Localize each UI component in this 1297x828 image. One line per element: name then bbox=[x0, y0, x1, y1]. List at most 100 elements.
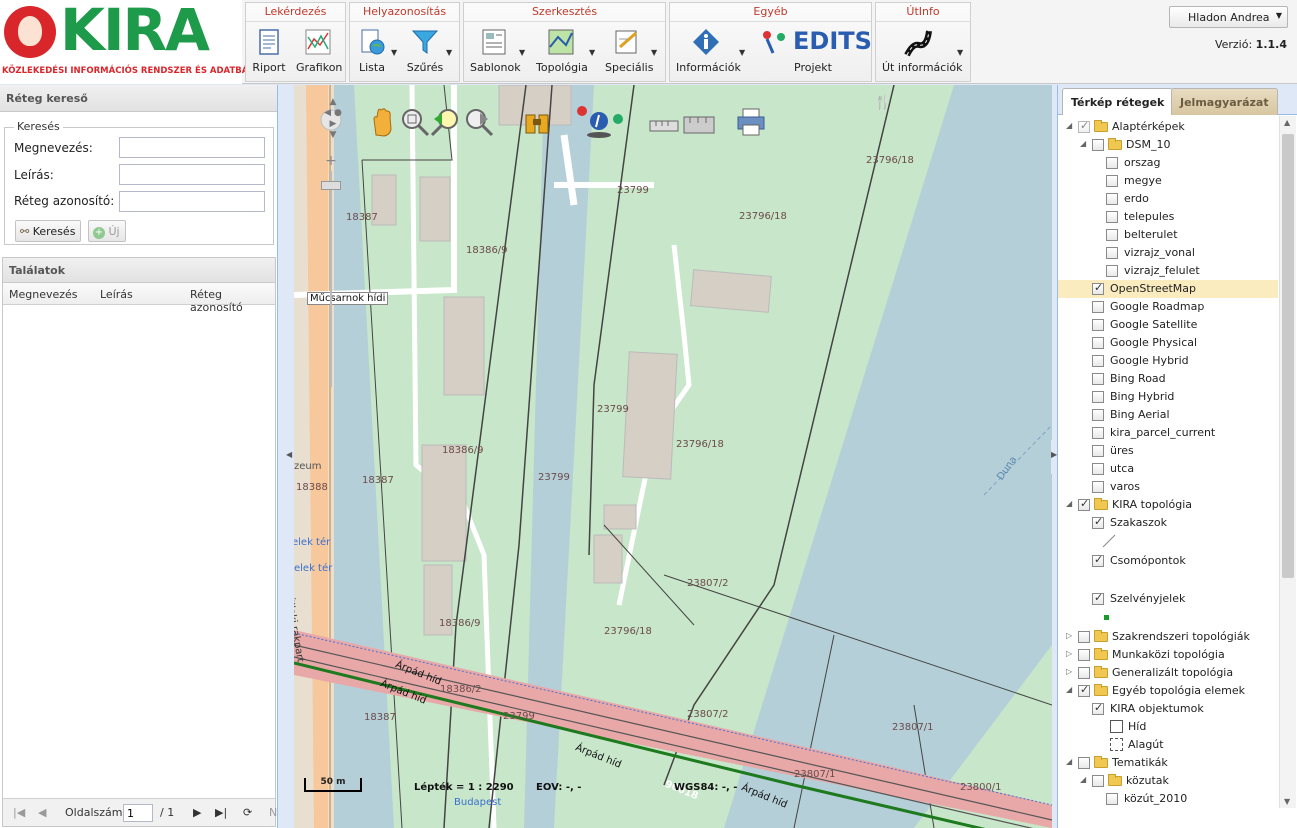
scroll-down-icon[interactable]: ▼ bbox=[1284, 797, 1290, 806]
tab-map-layers[interactable]: Térkép rétegek bbox=[1062, 88, 1174, 115]
sablonok-dropdown-icon[interactable]: ▼ bbox=[519, 48, 525, 57]
tree-node[interactable]: közút_2010 bbox=[1058, 790, 1278, 808]
tree-node[interactable]: telepules bbox=[1058, 208, 1278, 226]
expand-open-icon[interactable]: ◢ bbox=[1080, 139, 1088, 148]
informaciok-button[interactable]: Információk bbox=[676, 27, 741, 74]
tree-node[interactable]: belterulet bbox=[1058, 226, 1278, 244]
sablonok-button[interactable]: Sablonok bbox=[470, 27, 521, 74]
layer-checkbox[interactable] bbox=[1092, 281, 1104, 295]
layer-checkbox[interactable] bbox=[1092, 591, 1104, 605]
collapse-left-icon[interactable]: ◀ bbox=[286, 440, 294, 474]
layer-checkbox[interactable] bbox=[1092, 463, 1104, 475]
search-button[interactable]: ⚯ Keresés bbox=[15, 220, 82, 242]
informaciok-dropdown-icon[interactable]: ▼ bbox=[739, 48, 745, 57]
tree-node[interactable]: ◢ Alaptérképek bbox=[1058, 118, 1278, 136]
layer-checkbox[interactable] bbox=[1092, 445, 1104, 457]
layer-id-input[interactable] bbox=[119, 191, 265, 212]
tree-node[interactable]: Híd bbox=[1058, 718, 1278, 736]
szures-dropdown-icon[interactable]: ▼ bbox=[446, 48, 452, 57]
tree-node[interactable]: varos bbox=[1058, 478, 1278, 496]
riport-button[interactable]: Riport bbox=[252, 27, 286, 74]
binoculars-search-icon[interactable] bbox=[520, 105, 554, 139]
page-number-input[interactable] bbox=[123, 804, 153, 822]
expand-closed-icon[interactable]: ▷ bbox=[1066, 631, 1074, 640]
ut-informaciok-button[interactable]: Út információk bbox=[882, 27, 962, 74]
map-view[interactable]: Műcsarnok hídi 18387 18386/9 23799 23796… bbox=[294, 85, 1052, 828]
layer-checkbox[interactable] bbox=[1092, 775, 1104, 787]
layer-checkbox[interactable] bbox=[1106, 211, 1118, 223]
col-description[interactable]: Leírás bbox=[100, 288, 133, 301]
tree-node[interactable]: erdo bbox=[1058, 190, 1278, 208]
next-page-icon[interactable]: ▶ bbox=[193, 806, 201, 819]
user-select[interactable]: Hladon Andrea ▼ bbox=[1169, 6, 1288, 28]
layer-checkbox[interactable] bbox=[1106, 175, 1118, 187]
scroll-up-icon[interactable]: ▲ bbox=[1284, 118, 1290, 127]
projekt-button[interactable]: EDITS Projekt bbox=[758, 27, 872, 74]
layer-checkbox[interactable] bbox=[1078, 119, 1090, 133]
layer-checkbox[interactable] bbox=[1092, 701, 1104, 715]
layer-checkbox[interactable] bbox=[1078, 649, 1090, 661]
zoom-extent-icon[interactable] bbox=[430, 105, 464, 139]
print-icon[interactable] bbox=[734, 105, 768, 139]
tree-node[interactable]: Google Hybrid bbox=[1058, 352, 1278, 370]
tree-node[interactable]: Szelvényjelek bbox=[1058, 590, 1278, 608]
tree-node[interactable]: megye bbox=[1058, 172, 1278, 190]
tab-legend[interactable]: Jelmagyarázat bbox=[1171, 88, 1278, 115]
tree-node[interactable]: utca bbox=[1058, 460, 1278, 478]
layer-checkbox[interactable] bbox=[1092, 553, 1104, 567]
tree-node[interactable]: Google Roadmap bbox=[1058, 298, 1278, 316]
tree-node[interactable]: Bing Road bbox=[1058, 370, 1278, 388]
prev-page-icon[interactable]: ◀ bbox=[38, 806, 46, 819]
tree-node[interactable]: Alagút bbox=[1058, 736, 1278, 754]
pan-hand-icon[interactable] bbox=[366, 105, 400, 139]
tree-node[interactable]: Google Satellite bbox=[1058, 316, 1278, 334]
zoom-next-icon[interactable] bbox=[462, 105, 496, 139]
tree-node[interactable]: ◢ Tematikák bbox=[1058, 754, 1278, 772]
tree-node[interactable]: Bing Aerial bbox=[1058, 406, 1278, 424]
route-points-icon[interactable] bbox=[574, 105, 624, 139]
first-page-icon[interactable]: |◀ bbox=[13, 806, 25, 819]
zoom-handle[interactable] bbox=[321, 181, 341, 190]
zoom-in-icon[interactable]: + bbox=[324, 153, 338, 169]
lista-dropdown-icon[interactable]: ▼ bbox=[391, 48, 397, 57]
specialis-button[interactable]: Speciális bbox=[605, 27, 653, 74]
layer-checkbox[interactable] bbox=[1078, 631, 1090, 643]
tree-node[interactable]: ◢ KIRA topológia bbox=[1058, 496, 1278, 514]
last-page-icon[interactable]: ▶| bbox=[215, 806, 227, 819]
col-name[interactable]: Megnevezés bbox=[9, 288, 78, 301]
expand-open-icon[interactable]: ◢ bbox=[1066, 121, 1074, 130]
layer-checkbox[interactable] bbox=[1106, 247, 1118, 259]
layer-checkbox[interactable] bbox=[1078, 683, 1090, 697]
layer-checkbox[interactable] bbox=[1078, 757, 1090, 769]
expand-open-icon[interactable]: ◢ bbox=[1066, 499, 1074, 508]
layer-checkbox[interactable] bbox=[1106, 157, 1118, 169]
expand-open-icon[interactable]: ◢ bbox=[1080, 775, 1088, 784]
tree-node[interactable]: vizrajz_felulet bbox=[1058, 262, 1278, 280]
tree-node[interactable]: Google Physical bbox=[1058, 334, 1278, 352]
layer-checkbox[interactable] bbox=[1106, 793, 1118, 805]
specialis-dropdown-icon[interactable]: ▼ bbox=[651, 48, 657, 57]
tree-node[interactable]: ▷ Szakrendszeri topológiák bbox=[1058, 628, 1278, 646]
description-input[interactable] bbox=[119, 164, 265, 185]
tree-node[interactable]: ◢ DSM_10 bbox=[1058, 136, 1278, 154]
layer-checkbox[interactable] bbox=[1106, 265, 1118, 277]
tree-scrollbar[interactable]: ▲ ▼ bbox=[1279, 116, 1296, 808]
layer-checkbox[interactable] bbox=[1092, 301, 1104, 313]
layer-checkbox[interactable] bbox=[1092, 355, 1104, 367]
topologia-button[interactable]: Topológia bbox=[536, 27, 588, 74]
layer-checkbox[interactable] bbox=[1078, 667, 1090, 679]
expand-open-icon[interactable]: ◢ bbox=[1066, 685, 1074, 694]
tree-node[interactable]: kira_parcel_current bbox=[1058, 424, 1278, 442]
tree-node[interactable]: ▷ Generalizált topológia bbox=[1058, 664, 1278, 682]
tree-node[interactable]: ▷ Munkaközi topológia bbox=[1058, 646, 1278, 664]
new-button[interactable]: + Új bbox=[88, 220, 126, 242]
tree-node[interactable]: KIRA objektumok bbox=[1058, 700, 1278, 718]
expand-closed-icon[interactable]: ▷ bbox=[1066, 649, 1074, 658]
name-input[interactable] bbox=[119, 137, 265, 158]
lista-button[interactable]: Lista bbox=[356, 27, 388, 74]
layer-checkbox[interactable] bbox=[1106, 193, 1118, 205]
szures-button[interactable]: Szűrés bbox=[406, 27, 444, 74]
scroll-thumb[interactable] bbox=[1282, 134, 1294, 578]
zoom-slider[interactable]: + bbox=[321, 153, 341, 395]
refresh-icon[interactable]: ⟳ bbox=[243, 806, 252, 819]
